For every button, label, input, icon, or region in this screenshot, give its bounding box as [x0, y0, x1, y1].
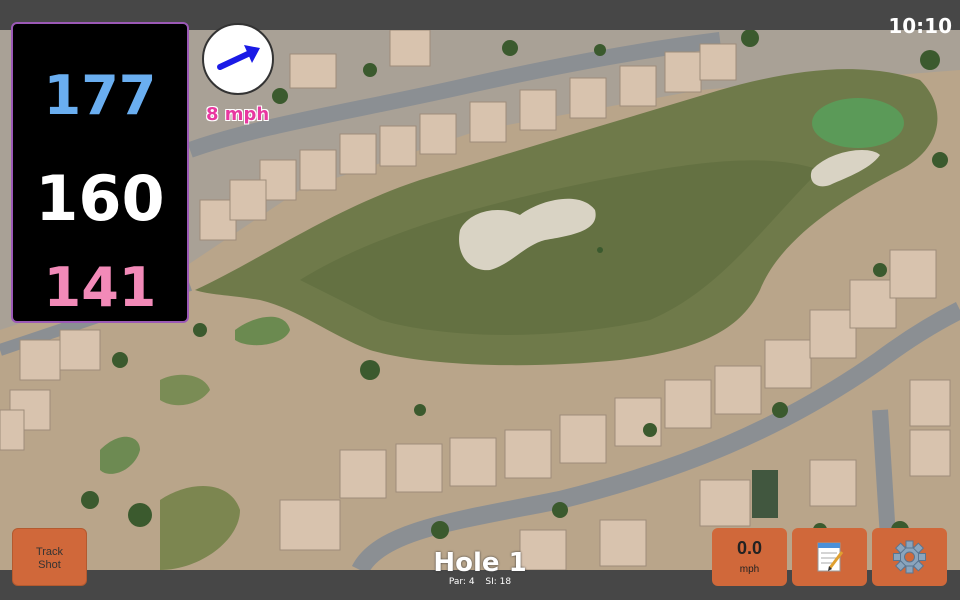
track-shot-label-line2: Shot	[38, 559, 61, 571]
hole-title: Hole 1	[433, 548, 527, 578]
clock-time: 10:10	[888, 14, 952, 38]
track-shot-button[interactable]: Track Shot	[12, 528, 87, 586]
track-shot-label-line1: Track	[35, 546, 64, 558]
speed-unit: mph	[739, 564, 760, 575]
notepad-icon	[817, 542, 844, 572]
speed-button[interactable]: 0.0 mph	[712, 528, 787, 586]
front-distance: 141	[43, 256, 157, 319]
wind-direction-arrow-icon	[217, 45, 260, 70]
hole-stroke-index: SI: 18	[485, 577, 512, 587]
settings-button[interactable]	[872, 528, 947, 586]
gear-icon	[893, 540, 926, 574]
distance-panel: 177 160 141	[11, 22, 189, 323]
notes-button[interactable]	[792, 528, 867, 586]
hole-par: Par: 4	[448, 577, 475, 587]
wind-direction-indicator	[202, 23, 274, 95]
back-distance: 177	[43, 64, 157, 127]
speed-value: 0.0	[736, 538, 763, 558]
wind-speed-label: 8 mph	[206, 104, 270, 125]
hole-info: Par: 4 SI: 18	[380, 577, 580, 587]
middle-distance: 160	[35, 162, 165, 235]
